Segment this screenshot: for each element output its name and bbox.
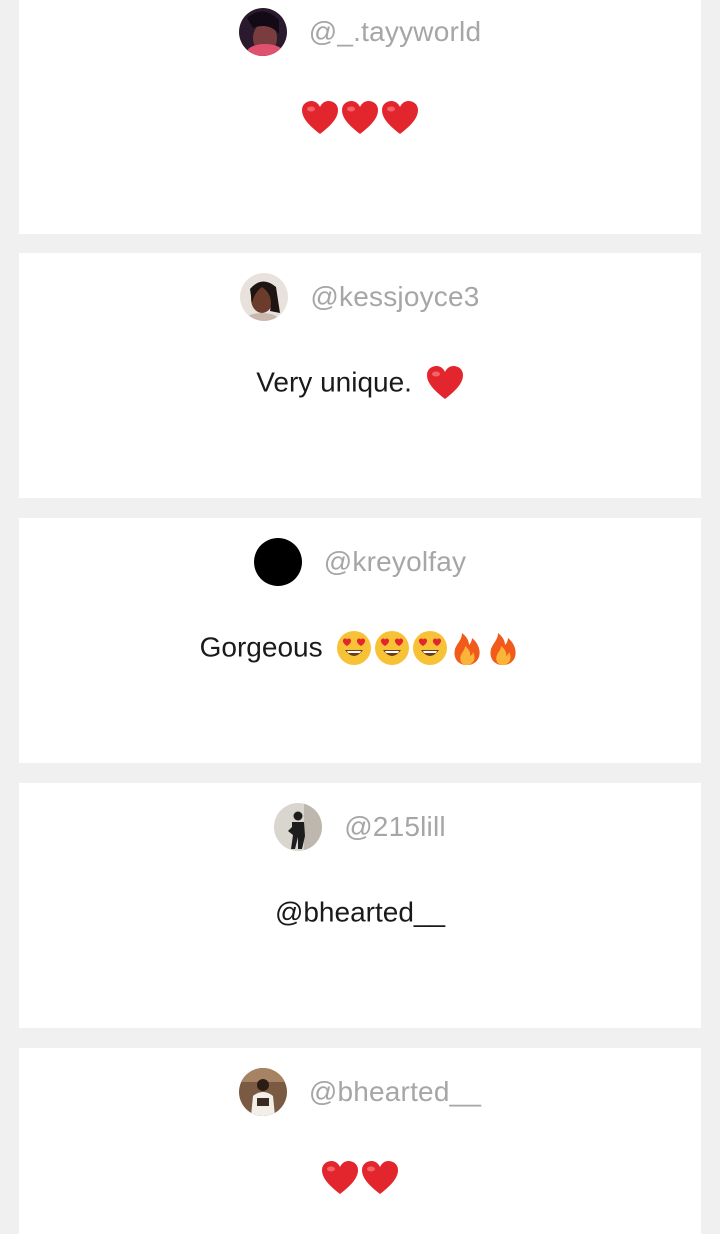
comment-card: @bhearted__ [19,1048,701,1234]
avatar[interactable] [240,273,289,321]
mention-link[interactable]: @bhearted__ [275,897,445,928]
fire-emoji [490,632,516,665]
emoji-group [426,365,464,401]
emoji-group [336,630,520,666]
comment-body [19,1156,701,1196]
comment-text: Very unique. [256,366,412,398]
username-link[interactable]: @_.tayyworld [309,16,481,48]
heart-emoji [426,365,463,399]
comment-body: Very unique. [19,361,701,403]
heart-eyes-emoji [375,630,410,665]
comment-body: Gorgeous [19,626,701,668]
avatar-image [240,273,289,321]
fire-emoji [454,632,480,665]
comment-header: @kessjoyce3 [19,271,701,323]
comment-header: @_.tayyworld [19,6,701,58]
comment-header: @215lill [19,801,701,853]
avatar-image [238,8,287,56]
comment-feed: @_.tayyworld @kessjoyce3 Very unique. @k… [0,0,720,1234]
heart-emoji [322,1160,358,1194]
avatar[interactable] [238,8,287,56]
comment-text: Gorgeous [199,631,323,663]
avatar-image [238,1068,287,1116]
emoji-group [321,1160,399,1196]
comment-card: @kessjoyce3 Very unique. [19,253,701,498]
avatar[interactable] [253,538,302,586]
username-link[interactable]: @kessjoyce3 [310,281,479,313]
username-link[interactable]: @kreyolfay [324,546,466,578]
comment-header: @bhearted__ [19,1066,701,1118]
heart-eyes-emoji [413,630,448,665]
heart-eyes-emoji [337,630,372,665]
avatar[interactable] [238,1068,287,1116]
comment-header: @kreyolfay [19,536,701,588]
comment-card: @kreyolfay Gorgeous [19,518,701,763]
avatar[interactable] [274,803,323,851]
username-link[interactable]: @bhearted__ [309,1076,481,1108]
comment-body: @bhearted__ [19,891,701,933]
heart-emoji [302,100,338,134]
heart-emoji [362,1160,398,1194]
username-link[interactable]: @215lill [344,811,446,843]
heart-emoji [342,100,378,134]
avatar-image [274,803,323,851]
comment-card: @215lill @bhearted__ [19,783,701,1028]
comment-body [19,96,701,136]
heart-emoji [382,100,418,134]
emoji-group [301,100,419,136]
comment-card: @_.tayyworld [19,0,701,234]
